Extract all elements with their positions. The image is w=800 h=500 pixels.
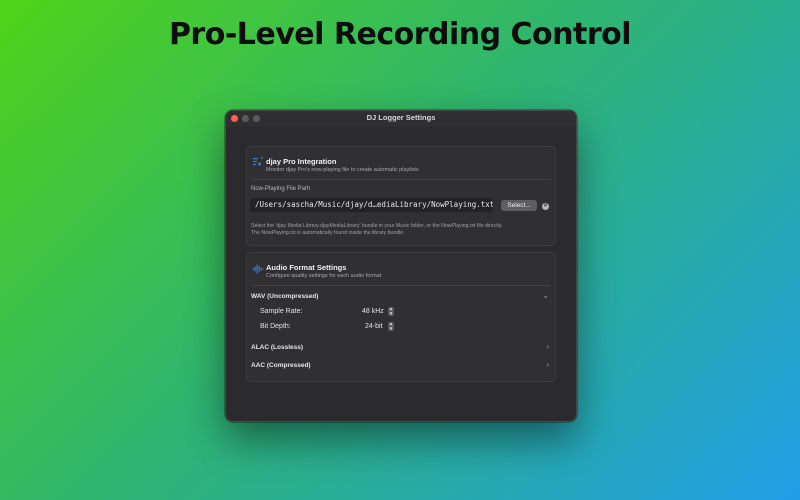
select-file-button[interactable]: Select...: [501, 200, 537, 211]
music-note-list-icon: [253, 157, 263, 166]
divider: [251, 179, 551, 180]
djay-integration-section: djay Pro Integration Monitor djay Pro's …: [246, 146, 556, 246]
help-line-1: Select the 'djay Media Library.djayMedia…: [251, 223, 503, 229]
audio-section-title: Audio Format Settings: [266, 263, 347, 272]
clear-path-icon[interactable]: ×: [542, 203, 549, 210]
djay-section-title: djay Pro Integration: [266, 157, 337, 166]
audio-section-subtitle: Configure quality settings for each audi…: [266, 273, 382, 279]
chevron-down-icon[interactable]: ⌄: [542, 291, 549, 300]
headline: Pro-Level Recording Control: [168, 17, 632, 52]
title-bar[interactable]: DJ Logger Settings: [226, 111, 576, 127]
window-title: DJ Logger Settings: [366, 113, 436, 122]
bit-depth-label: Bit Depth:: [260, 323, 291, 330]
format-row-alac[interactable]: ALAC (Lossless): [251, 344, 303, 351]
bit-depth-stepper[interactable]: ▲ ▼: [388, 321, 394, 331]
sample-rate-label: Sample Rate:: [260, 308, 303, 315]
path-label: Now-Playing File Path: [251, 186, 311, 192]
format-row-wav[interactable]: WAV (Uncompressed): [251, 293, 318, 300]
audio-format-section: Audio Format Settings Configure quality …: [246, 252, 556, 382]
path-help-text: Select the 'djay Media Library.djayMedia…: [251, 223, 551, 237]
bit-depth-value[interactable]: 24-bit: [365, 323, 383, 330]
sample-rate-stepper[interactable]: ▲ ▼: [388, 306, 394, 316]
chevron-right-icon[interactable]: ›: [546, 342, 549, 351]
sample-rate-value[interactable]: 48 kHz: [362, 308, 384, 315]
format-row-aac[interactable]: AAC (Compressed): [251, 362, 311, 369]
divider: [251, 285, 551, 286]
djay-section-subtitle: Monitor djay Pro's now-playing file to c…: [266, 167, 419, 173]
chevron-right-icon[interactable]: ›: [546, 360, 549, 369]
now-playing-path-field[interactable]: /Users/sascha/Music/djay/d…ediaLibrary/N…: [250, 198, 493, 212]
settings-window: DJ Logger Settings djay Pro Integration …: [225, 110, 577, 422]
waveform-icon: [252, 264, 264, 274]
help-line-2: The NowPlaying.txt is automatically foun…: [251, 230, 405, 236]
